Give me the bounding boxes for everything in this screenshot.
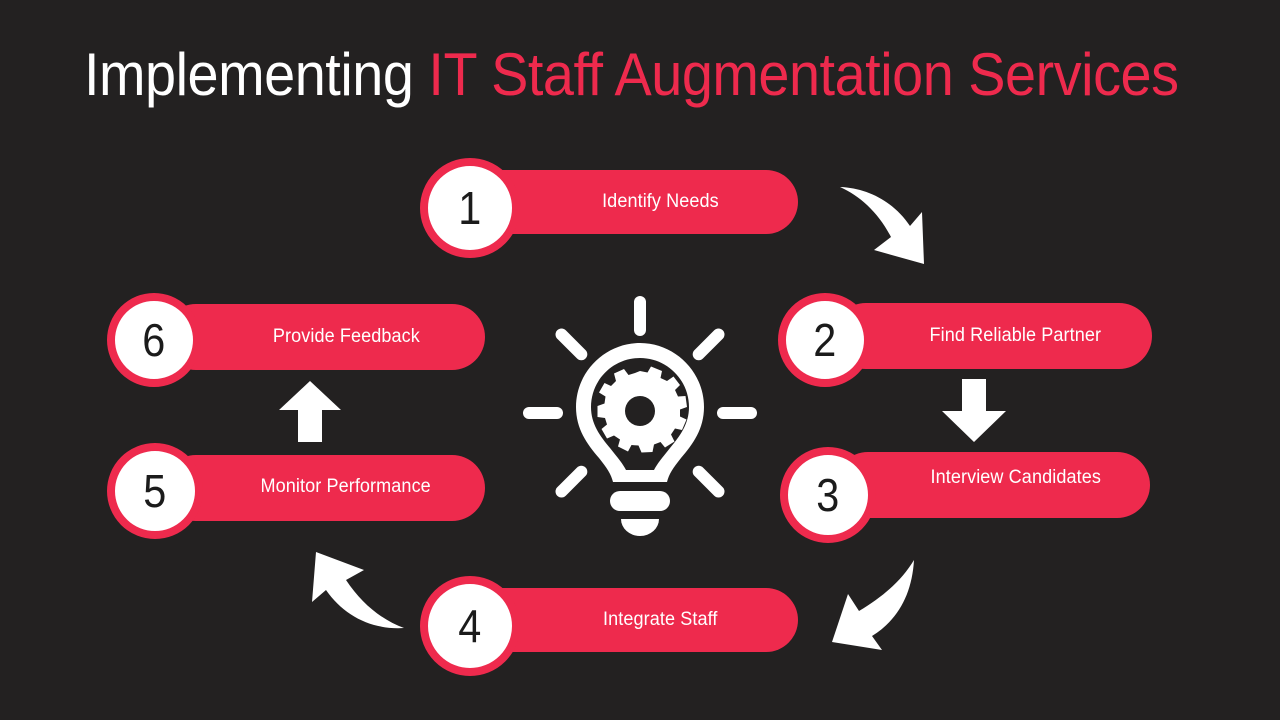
step-5-number: 5: [143, 465, 167, 517]
step-6-pill[interactable]: Provide Feedback: [163, 304, 485, 370]
step-2-pill[interactable]: Find Reliable Partner: [833, 303, 1152, 369]
step-2-number: 2: [813, 314, 837, 366]
page-title-primary: Implementing: [84, 41, 414, 108]
arrow-step2-to-step3-icon: [940, 379, 1008, 443]
step-2-label: Find Reliable Partner: [929, 325, 1102, 346]
step-3-number-badge: 3: [780, 447, 876, 543]
step-1-label: Identify Needs: [601, 191, 719, 212]
step-5-pill[interactable]: Monitor Performance: [163, 455, 485, 521]
slide-canvas: Implementing IT Staff Augmentation Servi…: [0, 0, 1280, 720]
arrow-step1-to-step2-icon: [838, 182, 934, 266]
step-5-label: Monitor Performance: [260, 476, 432, 497]
step-4-label: Integrate Staff: [602, 609, 718, 630]
step-6-label: Provide Feedback: [272, 326, 420, 347]
step-1-number: 1: [458, 182, 482, 234]
step-6-number-badge: 6: [107, 293, 201, 387]
page-title: Implementing IT Staff Augmentation Servi…: [84, 38, 1179, 112]
step-3-pill[interactable]: Interview Candidates: [835, 452, 1150, 518]
step-2-number-badge: 2: [778, 293, 872, 387]
arrow-step4-to-step5-icon: [306, 550, 406, 638]
step-4-number-badge: 4: [420, 576, 520, 676]
step-1-number-badge: 1: [420, 158, 520, 258]
lightbulb-gear-icon: [515, 288, 765, 538]
step-4-number: 4: [458, 600, 482, 652]
step-6-number: 6: [142, 314, 166, 366]
page-title-accent: IT Staff Augmentation Services: [428, 41, 1179, 108]
step-3-number: 3: [816, 469, 840, 521]
arrow-step3-to-step4-icon: [826, 558, 924, 654]
arrow-step5-to-step6-icon: [277, 380, 343, 442]
step-5-number-badge: 5: [107, 443, 203, 539]
step-3-label: Interview Candidates: [930, 467, 1101, 488]
